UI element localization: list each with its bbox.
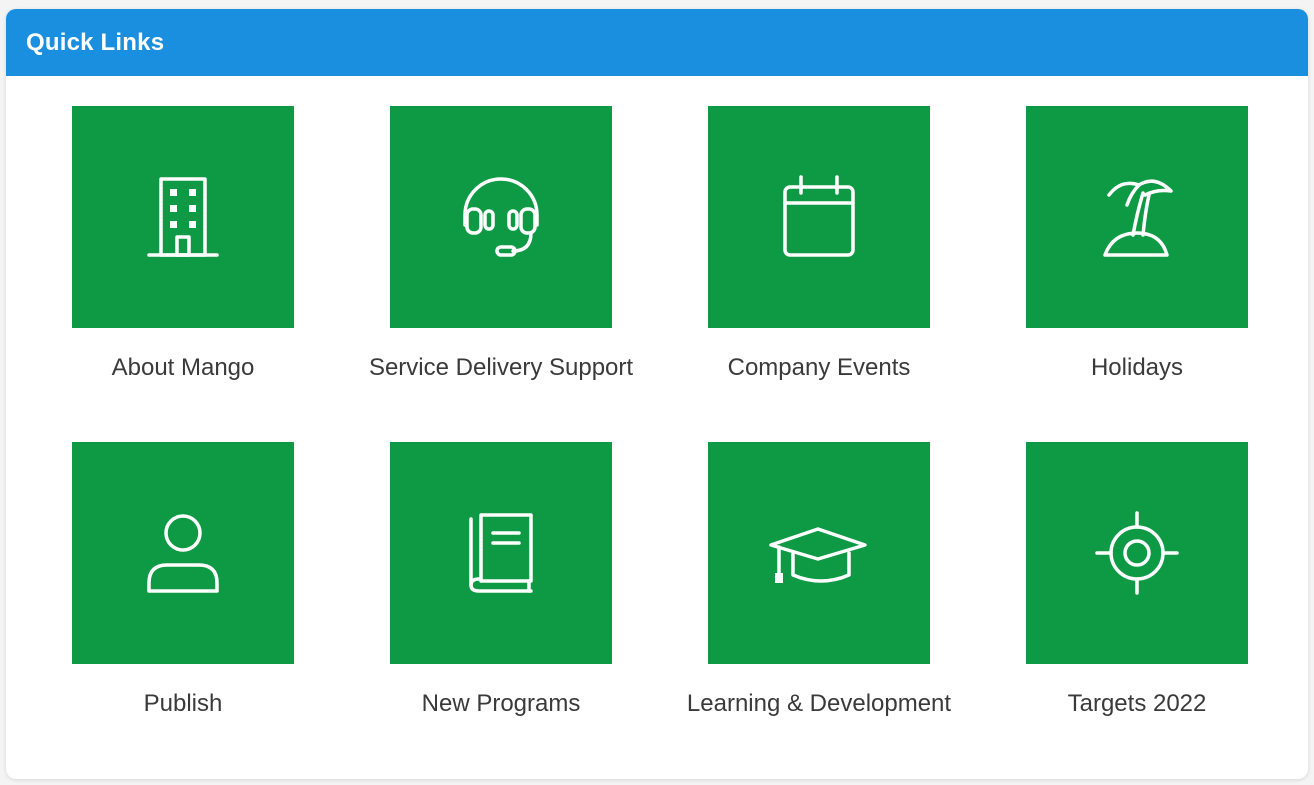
card-header: Quick Links [6,9,1308,76]
card-title: Quick Links [26,28,165,56]
quick-link-label[interactable]: About Mango [24,354,342,382]
quick-links-grid: About Mango Service Delivery Support Com… [6,76,1308,779]
quick-link-learning-development[interactable]: Learning & Development [660,442,978,762]
tile-icon-box[interactable] [72,442,294,664]
tile-icon-box[interactable] [390,106,612,328]
tile-icon-box[interactable] [708,442,930,664]
quick-link-label[interactable]: Learning & Development [660,690,978,718]
quick-link-label[interactable]: Targets 2022 [978,690,1296,718]
tile-icon-box[interactable] [1026,106,1248,328]
quick-link-label[interactable]: Publish [24,690,342,718]
building-icon [147,177,219,257]
graduation-cap-icon [769,527,867,583]
quick-link-label[interactable]: Holidays [978,354,1296,382]
quick-link-service-delivery-support[interactable]: Service Delivery Support [342,106,660,426]
headset-icon [463,177,539,257]
quick-link-new-programs[interactable]: New Programs [342,442,660,762]
quick-link-about-mango[interactable]: About Mango [24,106,342,426]
quick-link-label[interactable]: New Programs [342,690,660,718]
user-icon [147,514,219,593]
tile-icon-box[interactable] [1026,442,1248,664]
palm-tree-island-icon [1103,179,1173,257]
quick-link-holidays[interactable]: Holidays [978,106,1296,426]
quick-link-label[interactable]: Service Delivery Support [342,354,660,382]
quick-link-publish[interactable]: Publish [24,442,342,762]
tile-icon-box[interactable] [390,442,612,664]
quick-link-company-events[interactable]: Company Events [660,106,978,426]
book-icon [469,513,533,593]
calendar-icon [783,175,855,257]
quick-links-card: Quick Links About Mango Service Delivery… [6,9,1308,779]
quick-link-label[interactable]: Company Events [660,354,978,382]
tile-icon-box[interactable] [72,106,294,328]
crosshair-target-icon [1095,511,1179,595]
tile-icon-box[interactable] [708,106,930,328]
quick-link-targets-2022[interactable]: Targets 2022 [978,442,1296,762]
